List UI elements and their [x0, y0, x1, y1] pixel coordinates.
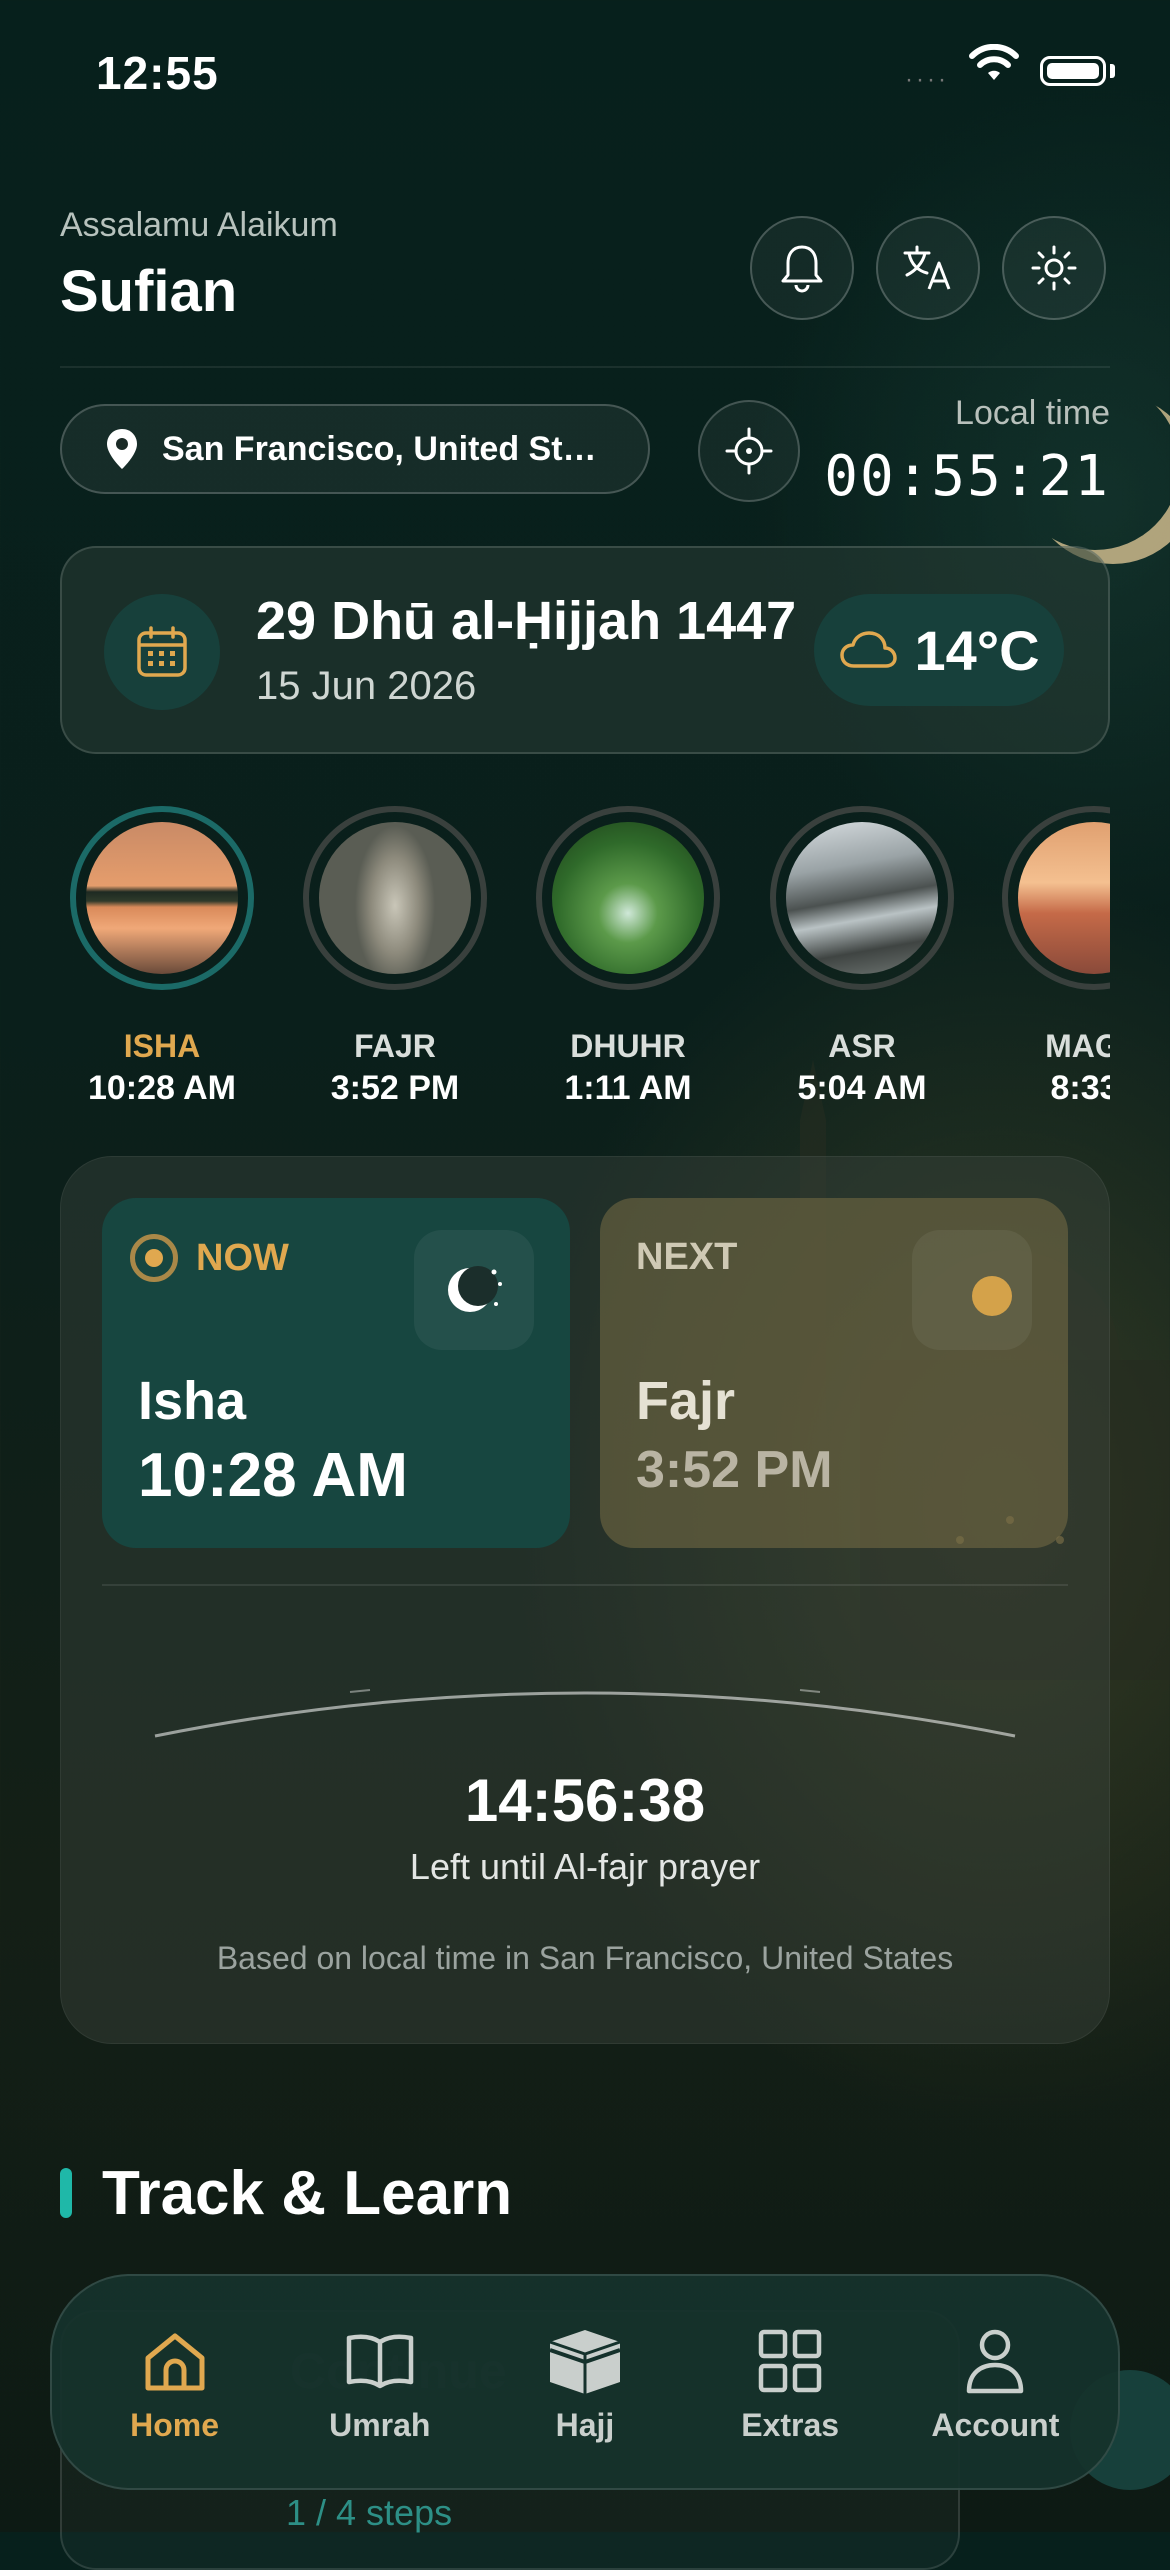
location-selector[interactable]: San Francisco, United Stat... — [60, 404, 650, 494]
prayer-image-maghrib — [1002, 806, 1110, 990]
battery-tip — [1110, 64, 1115, 78]
crosshair-icon — [725, 427, 773, 475]
nav-label: Extras — [741, 2406, 840, 2443]
user-icon — [967, 2329, 1024, 2393]
next-tag: NEXT — [636, 1236, 738, 1278]
bell-icon — [781, 245, 823, 293]
calendar-icon — [137, 626, 187, 677]
now-prayer-time: 10:28 AM — [138, 1441, 408, 1510]
language-button[interactable] — [876, 216, 980, 320]
gregorian-date: 15 Jun 2026 — [256, 664, 477, 708]
nav-label: Umrah — [329, 2406, 431, 2443]
prayer-time: 5:04 AM — [797, 1069, 927, 1107]
prayer-time: 10:28 AM — [87, 1069, 237, 1107]
kaaba-icon — [549, 2329, 621, 2394]
home-icon — [145, 2333, 205, 2390]
prayer-time: 1:11 AM — [564, 1069, 692, 1107]
night-icon-tile — [414, 1230, 534, 1350]
prayer-name: MAGH — [1045, 1028, 1110, 1064]
sun-path-arc — [154, 1689, 1016, 1738]
location-pin-icon — [107, 429, 137, 469]
sun-dot-icon — [972, 1276, 1012, 1316]
nav-home[interactable]: Home — [85, 2321, 265, 2444]
prayer-circle-isha[interactable]: ISHA 10:28 AM — [70, 806, 254, 1108]
nav-label: Home — [130, 2406, 220, 2443]
nav-extras[interactable]: Extras — [700, 2321, 880, 2444]
nav-umrah[interactable]: Umrah — [290, 2321, 470, 2444]
cloud-icon — [840, 631, 898, 668]
book-icon — [346, 2334, 414, 2388]
nav-label: Account — [931, 2406, 1060, 2443]
track-steps: 1 / 4 steps — [286, 2492, 453, 2533]
dawn-icon-tile — [912, 1230, 1032, 1350]
prayer-time: 8:33 / — [1050, 1069, 1110, 1106]
section-title: Track & Learn — [102, 2159, 513, 2228]
prayer-circle-asr[interactable]: ASR 5:04 AM — [770, 806, 954, 1108]
prayer-circle-clip: MAGH 8:33 / — [1002, 806, 1110, 1106]
prayer-name: ASR — [828, 1028, 896, 1064]
panel-divider — [102, 1584, 1068, 1586]
next-prayer-time: 3:52 PM — [636, 1441, 833, 1499]
theme-toggle-button[interactable] — [1002, 216, 1106, 320]
now-tag-label: NOW — [196, 1236, 289, 1279]
notifications-button[interactable] — [750, 216, 854, 320]
prayer-time: 3:52 PM — [330, 1069, 460, 1107]
location-text: San Francisco, United Stat... — [162, 429, 612, 468]
header-divider — [60, 366, 1110, 368]
temperature: 14°C — [914, 618, 1040, 682]
hijri-date: 29 Dhū al-Ḥijjah 1447 — [256, 591, 797, 651]
battery-icon — [1040, 56, 1106, 86]
nav-hajj[interactable]: Hajj — [495, 2321, 675, 2444]
prayer-image-dhuhr — [536, 806, 720, 990]
nav-label: Hajj — [555, 2406, 615, 2443]
now-indicator-icon — [130, 1234, 178, 1282]
grid-icon — [758, 2329, 822, 2392]
sun-icon — [1031, 245, 1077, 291]
translate-icon — [903, 245, 951, 290]
moon-icon — [448, 1266, 502, 1312]
countdown-timer: 14:56:38 — [464, 1767, 706, 1834]
now-tag: NOW — [130, 1234, 289, 1282]
weather-badge[interactable]: 14°C — [814, 594, 1064, 706]
prayer-circle-fajr[interactable]: FAJR 3:52 PM — [303, 806, 487, 1108]
prayer-image-isha — [70, 806, 254, 990]
gps-locate-button[interactable] — [698, 400, 800, 502]
countdown-label: Left until Al-fajr prayer — [409, 1846, 761, 1887]
greeting: Assalamu Alaikum — [60, 206, 338, 244]
calendar-badge — [104, 594, 220, 710]
prayer-circle-maghrib[interactable]: MAGH 8:33 / — [1002, 806, 1110, 1106]
prayer-circle-dhuhr[interactable]: DHUHR 1:11 AM — [536, 806, 720, 1108]
prayer-name: FAJR — [354, 1028, 436, 1064]
local-time-label: Local time — [955, 394, 1110, 432]
section-accent-bar — [60, 2168, 72, 2218]
local-time-value: 00:55:21 — [824, 444, 1110, 509]
timezone-note: Based on local time in San Francisco, Un… — [216, 1940, 954, 1976]
bottom-nav: Home Umrah Hajj Extras Account — [50, 2274, 1120, 2490]
nav-account[interactable]: Account — [905, 2321, 1085, 2444]
prayer-name: ISHA — [123, 1028, 201, 1064]
wifi-icon — [969, 44, 1019, 80]
now-prayer-name: Isha — [138, 1371, 247, 1431]
prayer-name: DHUHR — [570, 1028, 686, 1064]
status-time: 12:55 — [96, 47, 219, 99]
prayer-image-asr — [770, 806, 954, 990]
next-prayer-name: Fajr — [636, 1371, 736, 1431]
signal-icon: ···· — [905, 66, 949, 93]
prayer-image-fajr — [303, 806, 487, 990]
username: Sufian — [60, 259, 238, 324]
